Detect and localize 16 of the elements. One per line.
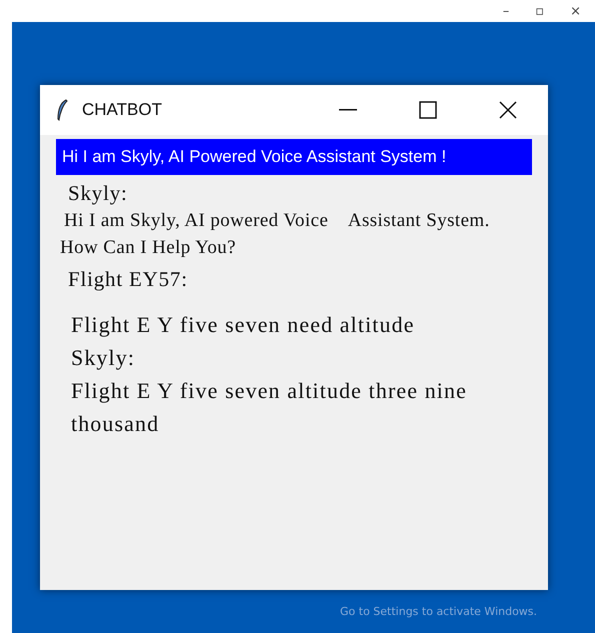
activation-notice: Go to Settings to activate Windows. [340,605,538,618]
window-control[interactable]: – [502,4,510,18]
window-control[interactable]: × [570,4,581,18]
message-text: Hi I am Skyly, AI powered Voice Assistant System. How Can I Help You? [60,209,490,260]
window-title: CHATBOT [82,100,163,120]
window-control[interactable]: ▫ [535,4,544,18]
sender-label: Flight EY57: [68,267,188,292]
close-icon [499,101,517,119]
feather-icon [56,99,68,121]
message-text: Flight E Y five seven altitude three nine thousand [71,377,468,438]
message-text: Flight E Y five seven need altitude [71,311,416,340]
sender-label: Skyly: [68,181,128,206]
maximize-icon [419,101,437,119]
message-text: Skyly: [71,344,136,372]
minimize-icon [339,109,357,111]
welcome-banner: Hi I am Skyly, AI Powered Voice Assistant System ! [56,139,532,175]
